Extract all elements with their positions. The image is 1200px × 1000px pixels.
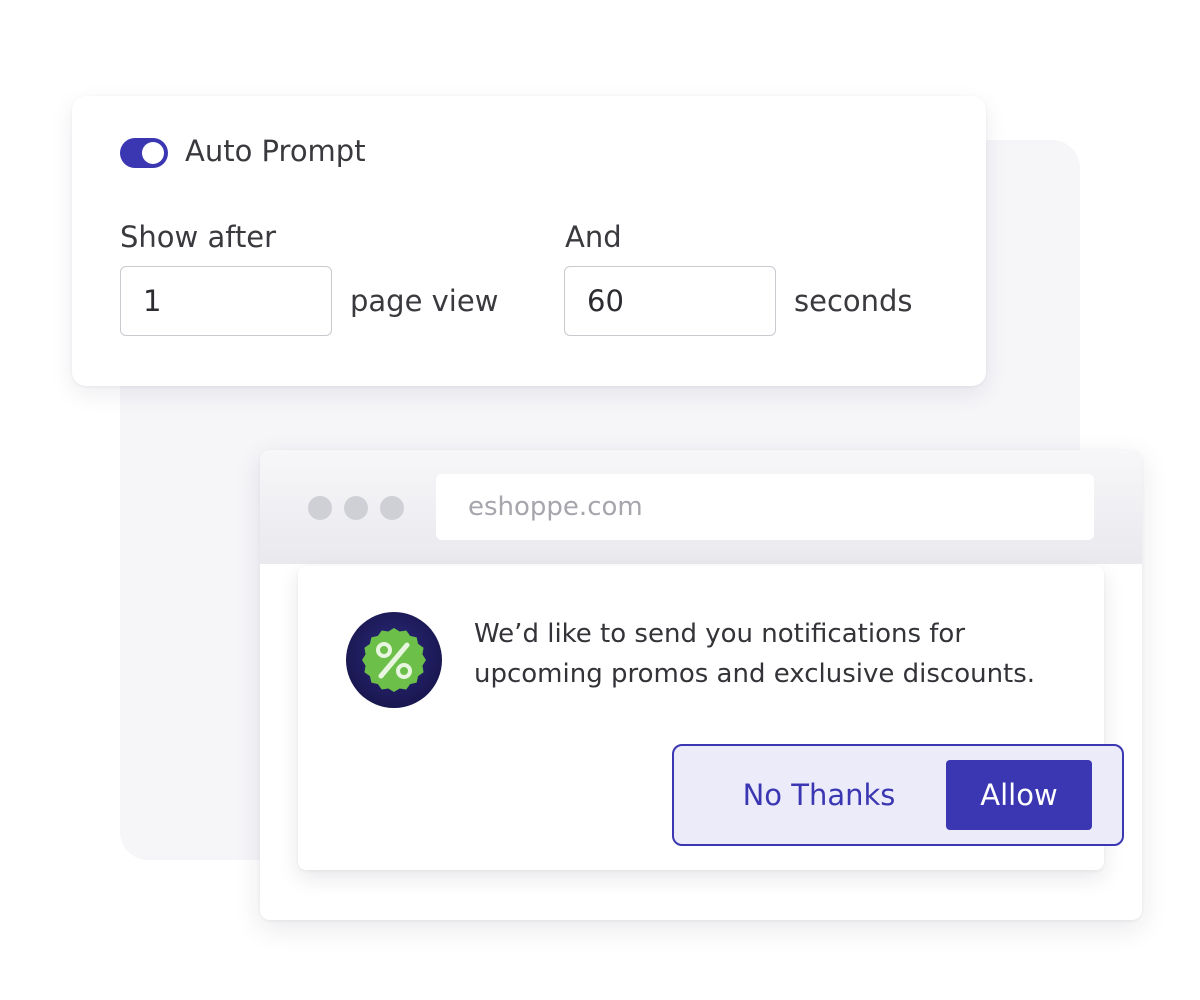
page-view-unit-label: page view xyxy=(350,284,499,318)
no-thanks-button[interactable]: No Thanks xyxy=(704,760,934,830)
browser-toolbar xyxy=(260,450,1142,564)
allow-button[interactable]: Allow xyxy=(946,760,1092,830)
address-bar[interactable] xyxy=(436,474,1094,540)
prompt-button-group: No Thanks Allow xyxy=(672,744,1124,846)
delay-seconds-input[interactable] xyxy=(564,266,776,336)
page-view-count-input[interactable] xyxy=(120,266,332,336)
toggle-knob xyxy=(142,142,164,164)
window-control-dot-icon xyxy=(380,496,404,520)
window-control-dot-icon xyxy=(308,496,332,520)
auto-prompt-toggle[interactable] xyxy=(120,138,168,168)
notification-message-line: We’d like to send you notifications for xyxy=(474,619,966,649)
percent-badge-icon xyxy=(346,612,442,708)
notification-message: We’d like to send you notifications for … xyxy=(474,614,1074,694)
seconds-unit-label: seconds xyxy=(794,284,913,318)
notification-message-line: upcoming promos and exclusive discounts. xyxy=(474,659,1036,689)
auto-prompt-settings-card: Auto Prompt Show after page view And sec… xyxy=(72,96,986,386)
show-after-label: Show after xyxy=(120,220,277,254)
window-control-dot-icon xyxy=(344,496,368,520)
and-label: And xyxy=(565,220,622,254)
auto-prompt-label: Auto Prompt xyxy=(185,134,366,168)
canvas: Auto Prompt Show after page view And sec… xyxy=(0,0,1200,1000)
